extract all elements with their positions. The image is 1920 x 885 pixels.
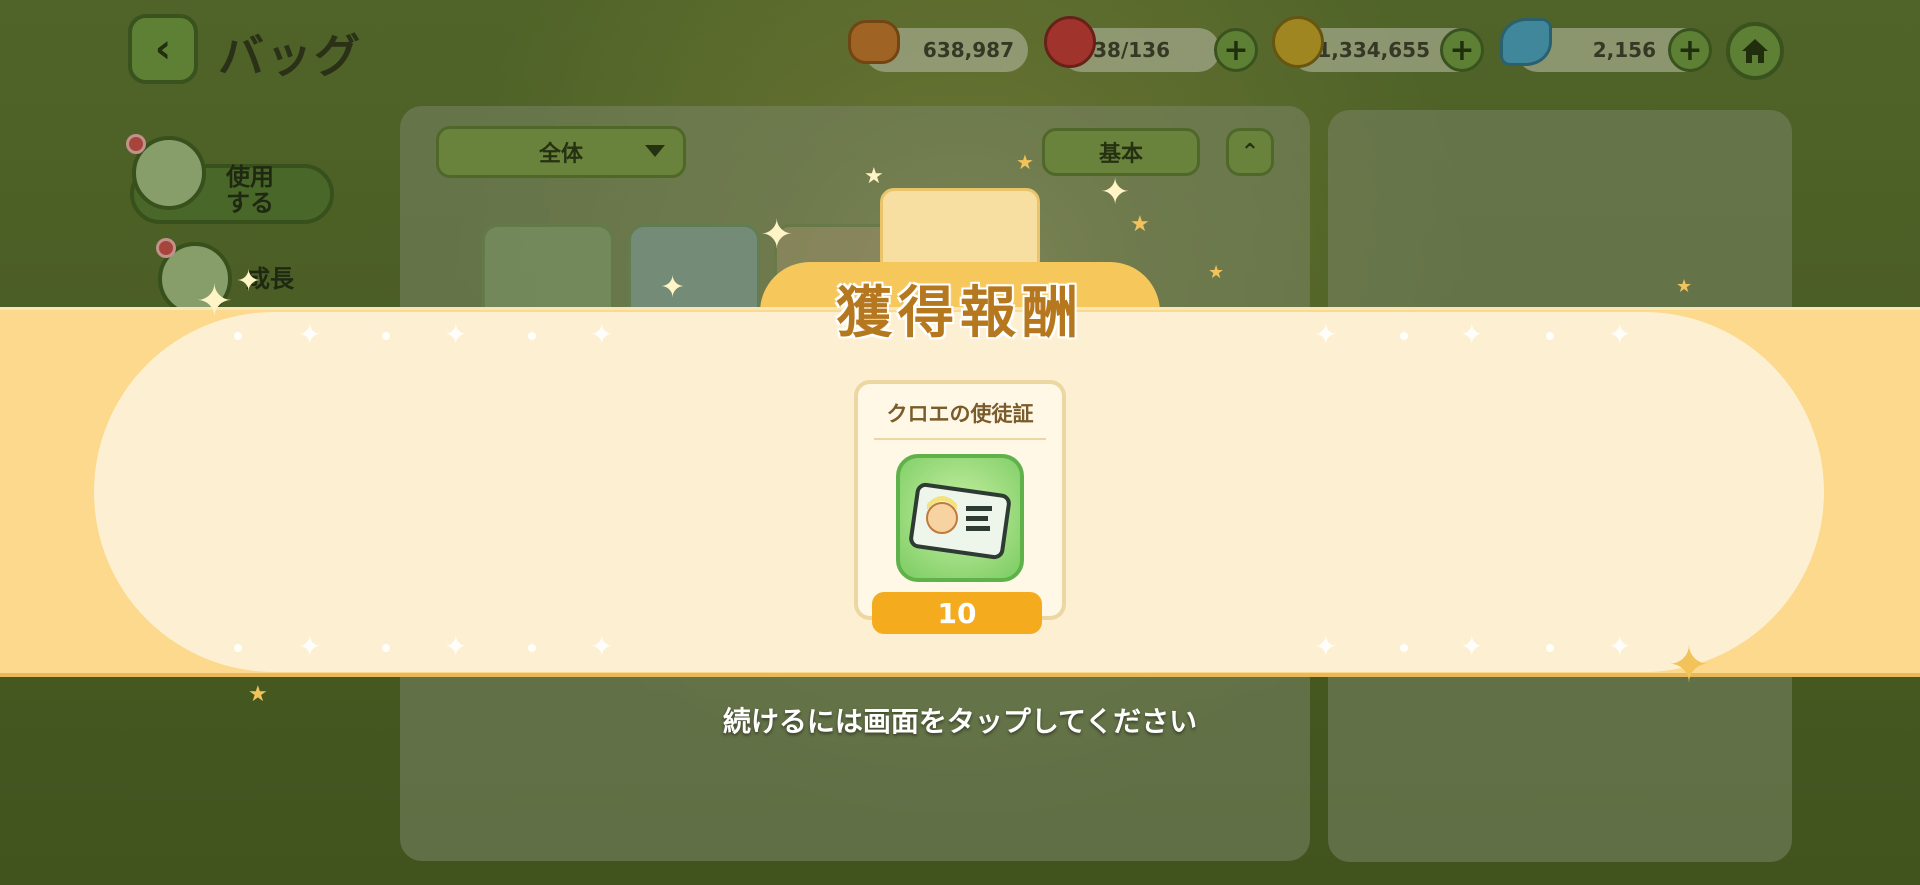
reward-item-name: クロエの使徒証 xyxy=(886,402,1034,426)
divider xyxy=(874,438,1046,440)
reward-quantity-badge: 10 xyxy=(872,592,1042,634)
id-card-icon xyxy=(909,482,1011,560)
band-dot xyxy=(234,644,242,652)
sparkle-icon: ✦ xyxy=(1460,630,1484,663)
sparkle-icon: ✦ xyxy=(760,212,794,258)
band-dot xyxy=(382,644,390,652)
sparkle-icon: ✦ xyxy=(1668,636,1710,694)
sparkle-icon: ✦ xyxy=(444,630,468,663)
sparkle-icon: ✦ xyxy=(1100,172,1131,213)
sparkle-icon: ✦ xyxy=(590,630,614,663)
star-icon: ★ xyxy=(1016,150,1034,174)
sparkle-icon: ✦ xyxy=(1608,630,1632,663)
band-dot xyxy=(1546,644,1554,652)
star-icon: ★ xyxy=(1208,262,1225,283)
star-icon: ★ xyxy=(248,682,268,707)
sparkle-icon: ✦ xyxy=(298,630,322,663)
band-dot xyxy=(528,644,536,652)
sparkle-icon: ✦ xyxy=(236,264,262,299)
sparkle-icon: ★ xyxy=(864,164,884,189)
reward-item-icon-frame xyxy=(896,454,1024,582)
reward-title: 獲得報酬 xyxy=(836,281,1084,346)
tap-to-continue-hint: 続けるには画面をタップしてください xyxy=(722,705,1198,738)
star-icon: ★ xyxy=(1130,212,1150,237)
reward-item-card[interactable]: クロエの使徒証 xyxy=(854,380,1066,620)
sparkle-icon: ✦ xyxy=(660,270,686,305)
sparkle-icon: ✦ xyxy=(196,276,233,327)
band-dot xyxy=(1400,644,1408,652)
star-icon: ★ xyxy=(1676,276,1693,297)
sparkle-icon: ✦ xyxy=(1314,630,1338,663)
